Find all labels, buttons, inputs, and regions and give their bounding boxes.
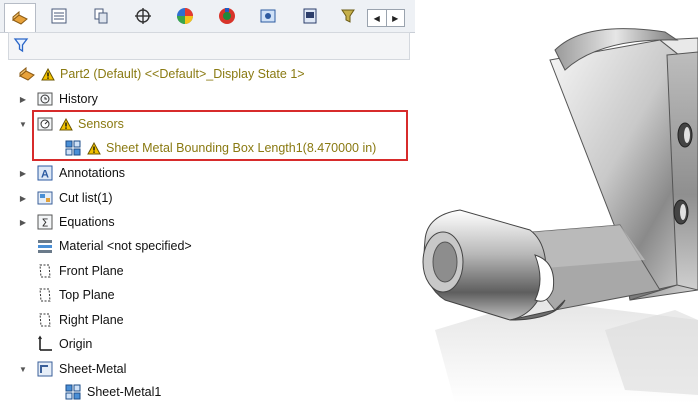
cam-tab[interactable] (212, 3, 242, 29)
plane-icon (36, 311, 54, 329)
svg-text:A: A (41, 169, 49, 181)
warning-icon (41, 67, 55, 81)
sheet-metal-part-model[interactable] (415, 0, 698, 403)
tree-item-origin[interactable]: Origin (36, 333, 92, 355)
sensors-highlight-box (32, 110, 408, 161)
tree-item-annotations[interactable]: ▶ A Annotations (18, 162, 125, 184)
material-icon (36, 237, 54, 255)
tree-item-top-plane[interactable]: Top Plane (36, 284, 115, 306)
tree-item-cut-list[interactable]: ▶ Cut list(1) (18, 187, 113, 209)
property-manager-icon (51, 8, 67, 24)
property-manager-tab[interactable] (44, 3, 74, 29)
cut-list-icon (36, 189, 54, 207)
expand-arrow-icon[interactable]: ▶ (18, 218, 28, 227)
filter-bar[interactable] (8, 32, 410, 60)
feature-manager-tab-bar: ◀ ▶ (0, 0, 415, 33)
tab-scroll-buttons: ◀ ▶ (367, 9, 405, 27)
origin-icon (36, 335, 54, 353)
history-label: History (59, 92, 98, 106)
tree-item-sheet-metal1[interactable]: Sheet-Metal1 (64, 381, 161, 403)
tree-item-right-plane[interactable]: Right Plane (36, 309, 124, 331)
dimxpert-tab[interactable] (128, 3, 158, 29)
plane-icon (36, 286, 54, 304)
material-label: Material <not specified> (59, 239, 192, 253)
equations-icon: Σ (36, 213, 54, 231)
sheet-metal1-label: Sheet-Metal1 (87, 385, 162, 399)
expand-arrow-icon[interactable]: ▶ (18, 194, 28, 203)
crosshair-icon (135, 8, 151, 24)
svg-text:Σ: Σ (42, 217, 49, 230)
sheet-metal-feature-icon (64, 383, 82, 401)
properties-icon (260, 9, 276, 23)
graphics-viewport[interactable] (415, 0, 698, 403)
top-plane-label: Top Plane (59, 288, 115, 302)
extra-tab[interactable] (333, 3, 363, 29)
tree-item-material[interactable]: Material <not specified> (36, 235, 192, 257)
annotations-icon: A (36, 164, 54, 182)
origin-label: Origin (59, 337, 93, 351)
cam-icon (219, 8, 235, 24)
collapse-arrow-icon[interactable]: ▼ (18, 365, 28, 374)
tree-root-part[interactable]: Part2 (Default) <<Default>_Display State… (18, 63, 305, 85)
sheet-metal-folder-icon (36, 360, 54, 378)
right-plane-label: Right Plane (59, 313, 124, 327)
scroll-left-icon[interactable]: ◀ (368, 10, 386, 26)
equations-label: Equations (59, 215, 115, 229)
funnel-tab-icon (341, 9, 355, 23)
tree-item-equations[interactable]: ▶ Σ Equations (18, 211, 115, 233)
feature-manager-icon (12, 10, 28, 25)
tree-item-front-plane[interactable]: Front Plane (36, 260, 124, 282)
plane-icon (36, 262, 54, 280)
root-label: Part2 (Default) <<Default>_Display State… (60, 67, 305, 81)
filter-funnel-icon[interactable] (13, 37, 29, 53)
expand-arrow-icon[interactable]: ▶ (18, 95, 28, 104)
front-plane-label: Front Plane (59, 264, 124, 278)
collapse-arrow-icon[interactable]: ▼ (18, 120, 28, 129)
tree-item-sheet-metal[interactable]: ▼ Sheet-Metal (18, 358, 126, 380)
scroll-right-icon[interactable]: ▶ (385, 10, 405, 26)
tree-item-history[interactable]: ▶ History (18, 88, 98, 110)
configuration-manager-icon (94, 8, 108, 24)
sheet-metal-label: Sheet-Metal (59, 362, 127, 376)
annotations-label: Annotations (59, 166, 126, 180)
sim-tab[interactable] (295, 3, 325, 29)
feature-manager-tab[interactable] (4, 3, 36, 32)
sim-icon (303, 8, 317, 24)
configuration-manager-tab[interactable] (86, 3, 116, 29)
feature-manager-panel: ◀ ▶ Part2 (Default) <<Default>_Display S… (0, 0, 415, 403)
cut-list-label: Cut list(1) (59, 191, 113, 205)
part-icon (18, 65, 36, 83)
display-manager-icon (177, 8, 193, 24)
display-manager-tab[interactable] (170, 3, 200, 29)
properties-tab[interactable] (253, 3, 283, 29)
history-icon (36, 90, 54, 108)
expand-arrow-icon[interactable]: ▶ (18, 169, 28, 178)
